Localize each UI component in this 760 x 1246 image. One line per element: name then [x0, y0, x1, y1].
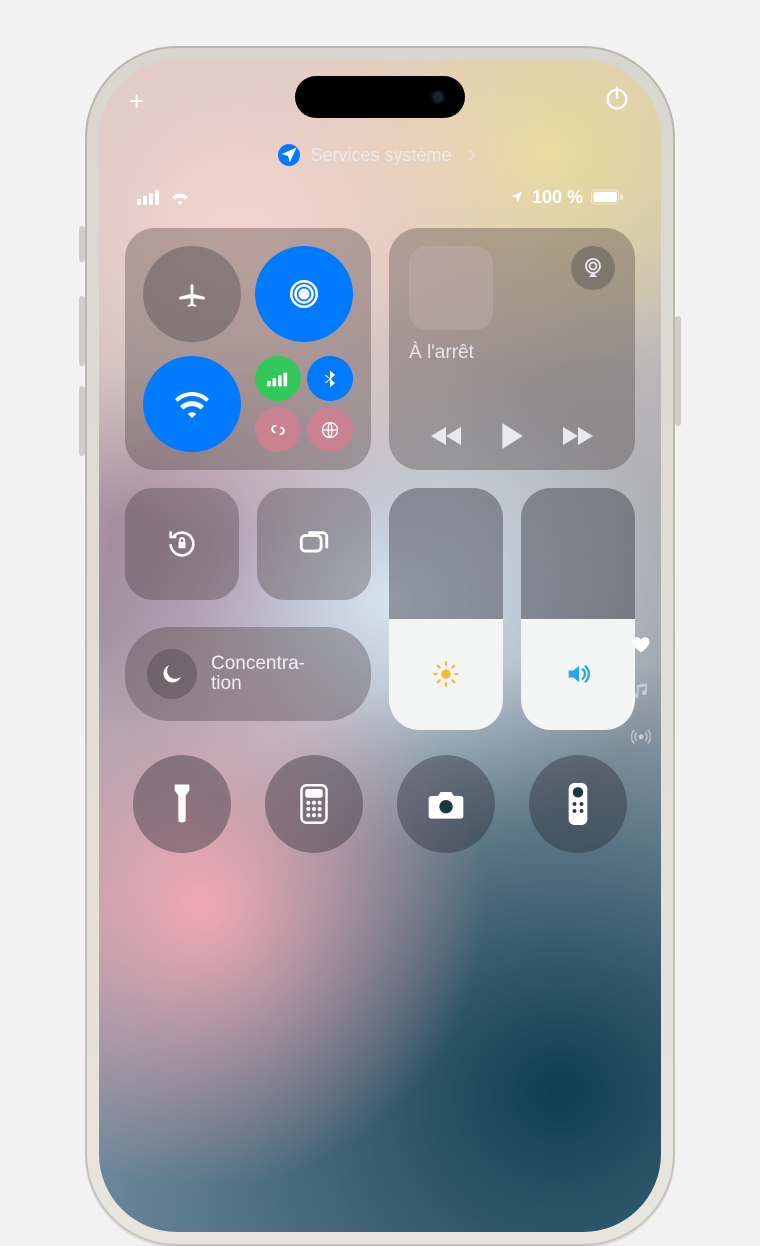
brightness-slider[interactable]: [389, 488, 503, 730]
page-indicators[interactable]: [631, 635, 651, 747]
rewind-button[interactable]: [431, 425, 463, 447]
play-button[interactable]: [499, 422, 525, 450]
airplay-icon: [581, 256, 605, 280]
media-title-label: À l'arrêt: [409, 342, 615, 364]
power-button[interactable]: [603, 84, 631, 112]
forward-icon: [561, 425, 593, 447]
dynamic-island: [295, 76, 465, 118]
volume-slider[interactable]: [521, 488, 635, 730]
media-module[interactable]: À l'arrêt: [389, 228, 635, 470]
rewind-icon: [431, 425, 463, 447]
screen-mirroring-icon: [297, 527, 331, 561]
remote-button[interactable]: [529, 755, 627, 853]
battery-percent-label: 100 %: [532, 187, 583, 208]
music-note-icon: [631, 681, 651, 701]
add-controls-button[interactable]: +: [129, 86, 144, 117]
bluetooth-icon: [320, 369, 340, 389]
phone-frame: + Services système: [85, 46, 675, 1246]
wifi-status-icon: [169, 189, 191, 205]
side-button-volume-up: [79, 296, 85, 366]
screen-mirroring-button[interactable]: [257, 488, 371, 600]
location-services-label: Services système: [310, 145, 451, 166]
airplane-icon: [175, 277, 209, 311]
wifi-toggle[interactable]: [143, 356, 241, 452]
camera-button[interactable]: [397, 755, 495, 853]
screen: + Services système: [99, 60, 661, 1232]
battery-icon: [591, 189, 623, 205]
focus-label: Concentra- tion: [211, 654, 305, 694]
moon-icon: [147, 649, 197, 699]
orientation-lock-button[interactable]: [125, 488, 239, 600]
wifi-icon: [175, 387, 209, 421]
cellular-signal-icon: [137, 189, 161, 205]
focus-button[interactable]: Concentra- tion: [125, 627, 371, 721]
side-button-power: [675, 316, 681, 426]
camera-icon: [426, 788, 466, 820]
airdrop-icon: [287, 277, 321, 311]
location-arrow-icon: [510, 190, 524, 204]
personal-hotspot-toggle[interactable]: [255, 407, 301, 452]
location-services-row[interactable]: Services système: [99, 144, 661, 166]
forward-button[interactable]: [561, 425, 593, 447]
connectivity-mini-grid[interactable]: [255, 356, 353, 452]
broadcast-icon: [631, 727, 651, 747]
airplane-mode-toggle[interactable]: [143, 246, 241, 342]
chevron-right-icon: [462, 145, 482, 165]
calculator-button[interactable]: [265, 755, 363, 853]
flashlight-icon: [171, 784, 193, 824]
location-badge-icon: [278, 144, 300, 166]
connectivity-module[interactable]: [125, 228, 371, 470]
play-icon: [499, 422, 525, 450]
orientation-lock-icon: [165, 527, 199, 561]
brightness-icon: [432, 660, 460, 688]
flashlight-button[interactable]: [133, 755, 231, 853]
heart-icon: [631, 635, 651, 655]
side-button-silence: [79, 226, 85, 262]
airplay-button[interactable]: [571, 246, 615, 290]
volume-icon: [564, 660, 592, 688]
power-icon: [603, 84, 631, 112]
calculator-icon: [300, 784, 328, 824]
hotspot-icon: [268, 420, 288, 440]
remote-icon: [568, 783, 588, 825]
satellite-icon: [320, 420, 340, 440]
airdrop-toggle[interactable]: [255, 246, 353, 342]
satellite-toggle[interactable]: [307, 407, 353, 452]
media-artwork: [409, 246, 493, 330]
cellular-data-toggle[interactable]: [255, 356, 301, 401]
side-button-volume-down: [79, 386, 85, 456]
bluetooth-toggle[interactable]: [307, 356, 353, 401]
cellular-icon: [267, 371, 289, 387]
